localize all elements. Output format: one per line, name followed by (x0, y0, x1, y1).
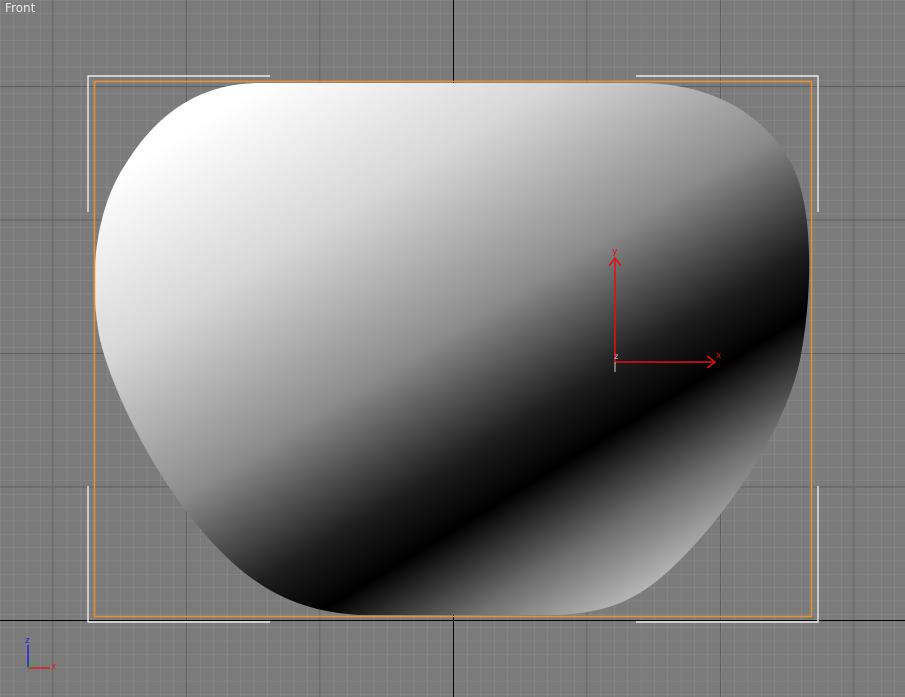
tripod-x-label: x (51, 662, 57, 672)
viewport-canvas[interactable]: y x z z x (0, 0, 905, 697)
tripod-z-label: z (25, 636, 30, 646)
viewport-label[interactable]: Front (5, 1, 35, 15)
front-viewport[interactable]: y x z z x Front (0, 0, 905, 697)
gizmo-z-label: z (614, 352, 618, 361)
gizmo-x-label: x (716, 351, 722, 361)
gizmo-y-label: y (612, 247, 618, 257)
